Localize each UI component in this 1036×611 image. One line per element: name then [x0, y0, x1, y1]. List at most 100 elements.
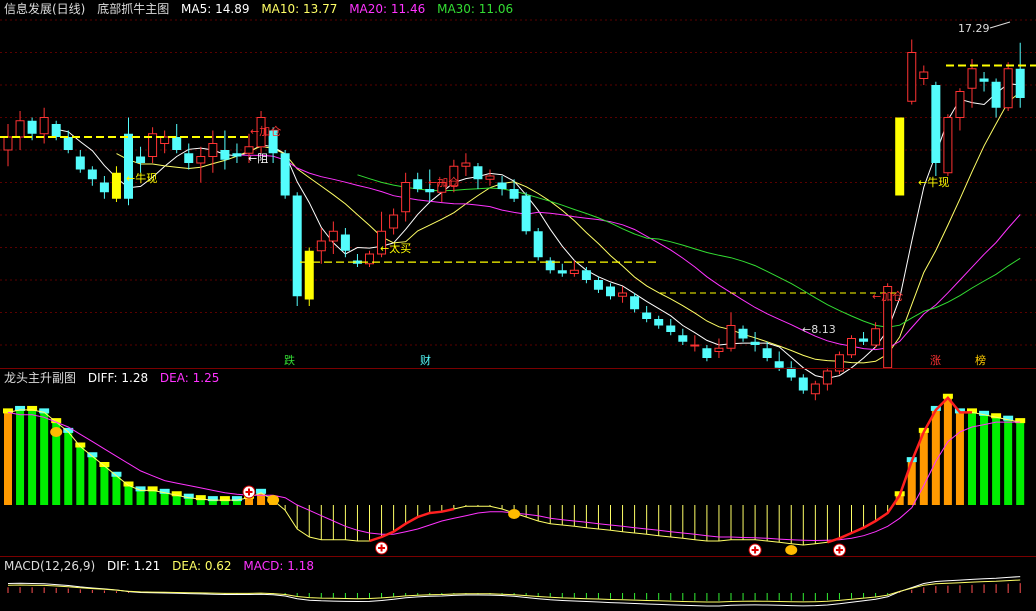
add-label: ←加仓: [250, 124, 281, 138]
candle-body: [51, 124, 61, 137]
rising-line: [369, 507, 455, 543]
macd-dea-readout: DEA: 0.62: [172, 559, 232, 573]
candle-body: [473, 166, 483, 180]
candle-body: [461, 162, 471, 167]
add-label: ←加仓: [428, 175, 459, 189]
candle-body: [859, 338, 869, 342]
sub1-bar: [124, 485, 133, 505]
dif-line: [7, 576, 1021, 607]
main-header: 信息发展(日线) 底部抓牛主图 MA5: 14.89 MA10: 13.77 M…: [4, 1, 521, 17]
sub1-bar: [64, 431, 73, 505]
candle-body: [798, 377, 808, 391]
stock-name[interactable]: 信息发展(日线): [4, 2, 85, 16]
sub1-bar: [112, 475, 121, 505]
candle-body: [557, 270, 567, 274]
macd-dea-line: [7, 579, 1021, 603]
low-label: ←8.13: [802, 323, 836, 336]
candle-body: [1003, 68, 1013, 109]
candle-body: [690, 344, 700, 347]
main-indicator-name[interactable]: 底部抓牛主图: [97, 2, 169, 16]
sub1-indicator-name[interactable]: 龙头主升副图: [4, 371, 76, 385]
diff-line: [7, 397, 1021, 546]
candle-body: [485, 175, 495, 180]
sub1-header: 龙头主升副图 DIFF: 1.28 DEA: 1.25: [4, 370, 227, 386]
marker-label: 财: [420, 353, 431, 367]
pane-separator-2[interactable]: [0, 556, 1036, 557]
sub1-bar: [100, 466, 109, 505]
candle-body: [521, 195, 531, 232]
sub2-indicator-name[interactable]: MACD(12,26,9): [4, 559, 95, 573]
ma30-line: [357, 174, 1021, 328]
stock-chart[interactable]: ←牛现 ←加仓 ←阻 ←太买 ←加仓 ←加仓 ←8.13 ←牛现 17.29 跌 财 涨 榜 信息发展(…: [0, 0, 1036, 611]
bull-label: ←牛现: [126, 171, 157, 185]
candle-body: [919, 71, 929, 79]
candle-body: [895, 117, 905, 196]
sub1-bar: [148, 490, 157, 505]
dea-line: [7, 411, 1021, 542]
sub1-bar: [88, 456, 97, 505]
candle-body: [425, 189, 435, 193]
sub1-bar: [160, 492, 169, 505]
candle-body: [232, 153, 242, 157]
candle-body: [931, 85, 941, 163]
sub1-bar: [245, 497, 253, 505]
add-label: ←加仓: [872, 289, 903, 303]
candle-body: [27, 120, 37, 134]
candle-body: [581, 270, 591, 280]
candle-body: [340, 234, 350, 251]
sub1-bar: [919, 431, 928, 505]
candle-body: [991, 81, 1001, 108]
sub1-bar: [172, 495, 181, 505]
candle-body: [184, 153, 194, 163]
candle-body: [15, 120, 25, 138]
marker-label: 涨: [930, 354, 941, 367]
sub1-bar: [955, 412, 964, 505]
marker-label: 跌: [284, 353, 295, 367]
pane-separator-1[interactable]: [0, 368, 1036, 369]
plus-icon: [375, 541, 389, 555]
macd-readout: MACD: 1.18: [243, 559, 314, 573]
ma5-readout: MA5: 14.89: [181, 2, 250, 16]
candle-body: [63, 137, 73, 150]
candle-body: [871, 328, 881, 346]
dif-readout: DIF: 1.21: [106, 559, 161, 573]
candle-body: [979, 78, 989, 82]
diff-readout: DIFF: 1.28: [87, 371, 149, 385]
candle-body: [786, 367, 796, 378]
candle-body: [666, 325, 676, 332]
candle-body: [389, 214, 399, 229]
candle-body: [136, 156, 146, 163]
candle-body: [316, 240, 326, 252]
candle-body: [124, 133, 133, 199]
gold-dot-icon: [785, 545, 798, 555]
high-pointer: [989, 21, 1011, 29]
sub1-bar: [16, 409, 25, 505]
candle-body: [111, 172, 121, 199]
candle-body: [822, 370, 832, 385]
taimai-label: ←太买: [380, 242, 411, 255]
chart-canvas[interactable]: ←牛现 ←加仓 ←阻 ←太买 ←加仓 ←加仓 ←8.13 ←牛现 17.29 跌 财 涨 榜: [0, 0, 1036, 611]
candle-body: [967, 68, 977, 89]
sub1-bar: [1004, 419, 1013, 505]
candle-body: [750, 341, 760, 345]
candle-body: [1015, 68, 1025, 98]
candle-body: [847, 338, 856, 356]
candle-body: [810, 383, 820, 395]
candle-body: [3, 136, 13, 151]
sub1-bar: [136, 490, 145, 505]
candle-body: [220, 150, 230, 160]
sub1-bar: [1016, 422, 1025, 505]
candle-body: [533, 231, 543, 258]
candle-body: [943, 117, 953, 174]
candle-body: [75, 156, 85, 170]
candle-body: [618, 292, 628, 297]
candle-body: [208, 143, 218, 157]
candle-body: [606, 286, 615, 297]
candle-body: [196, 156, 206, 164]
sub1-bar: [184, 497, 193, 505]
candle-body: [630, 296, 640, 310]
gold-dot-icon: [50, 427, 63, 437]
plus-icon: [748, 543, 762, 557]
stop-label: ←阻: [248, 152, 268, 165]
dea-readout: DEA: 1.25: [159, 371, 220, 385]
